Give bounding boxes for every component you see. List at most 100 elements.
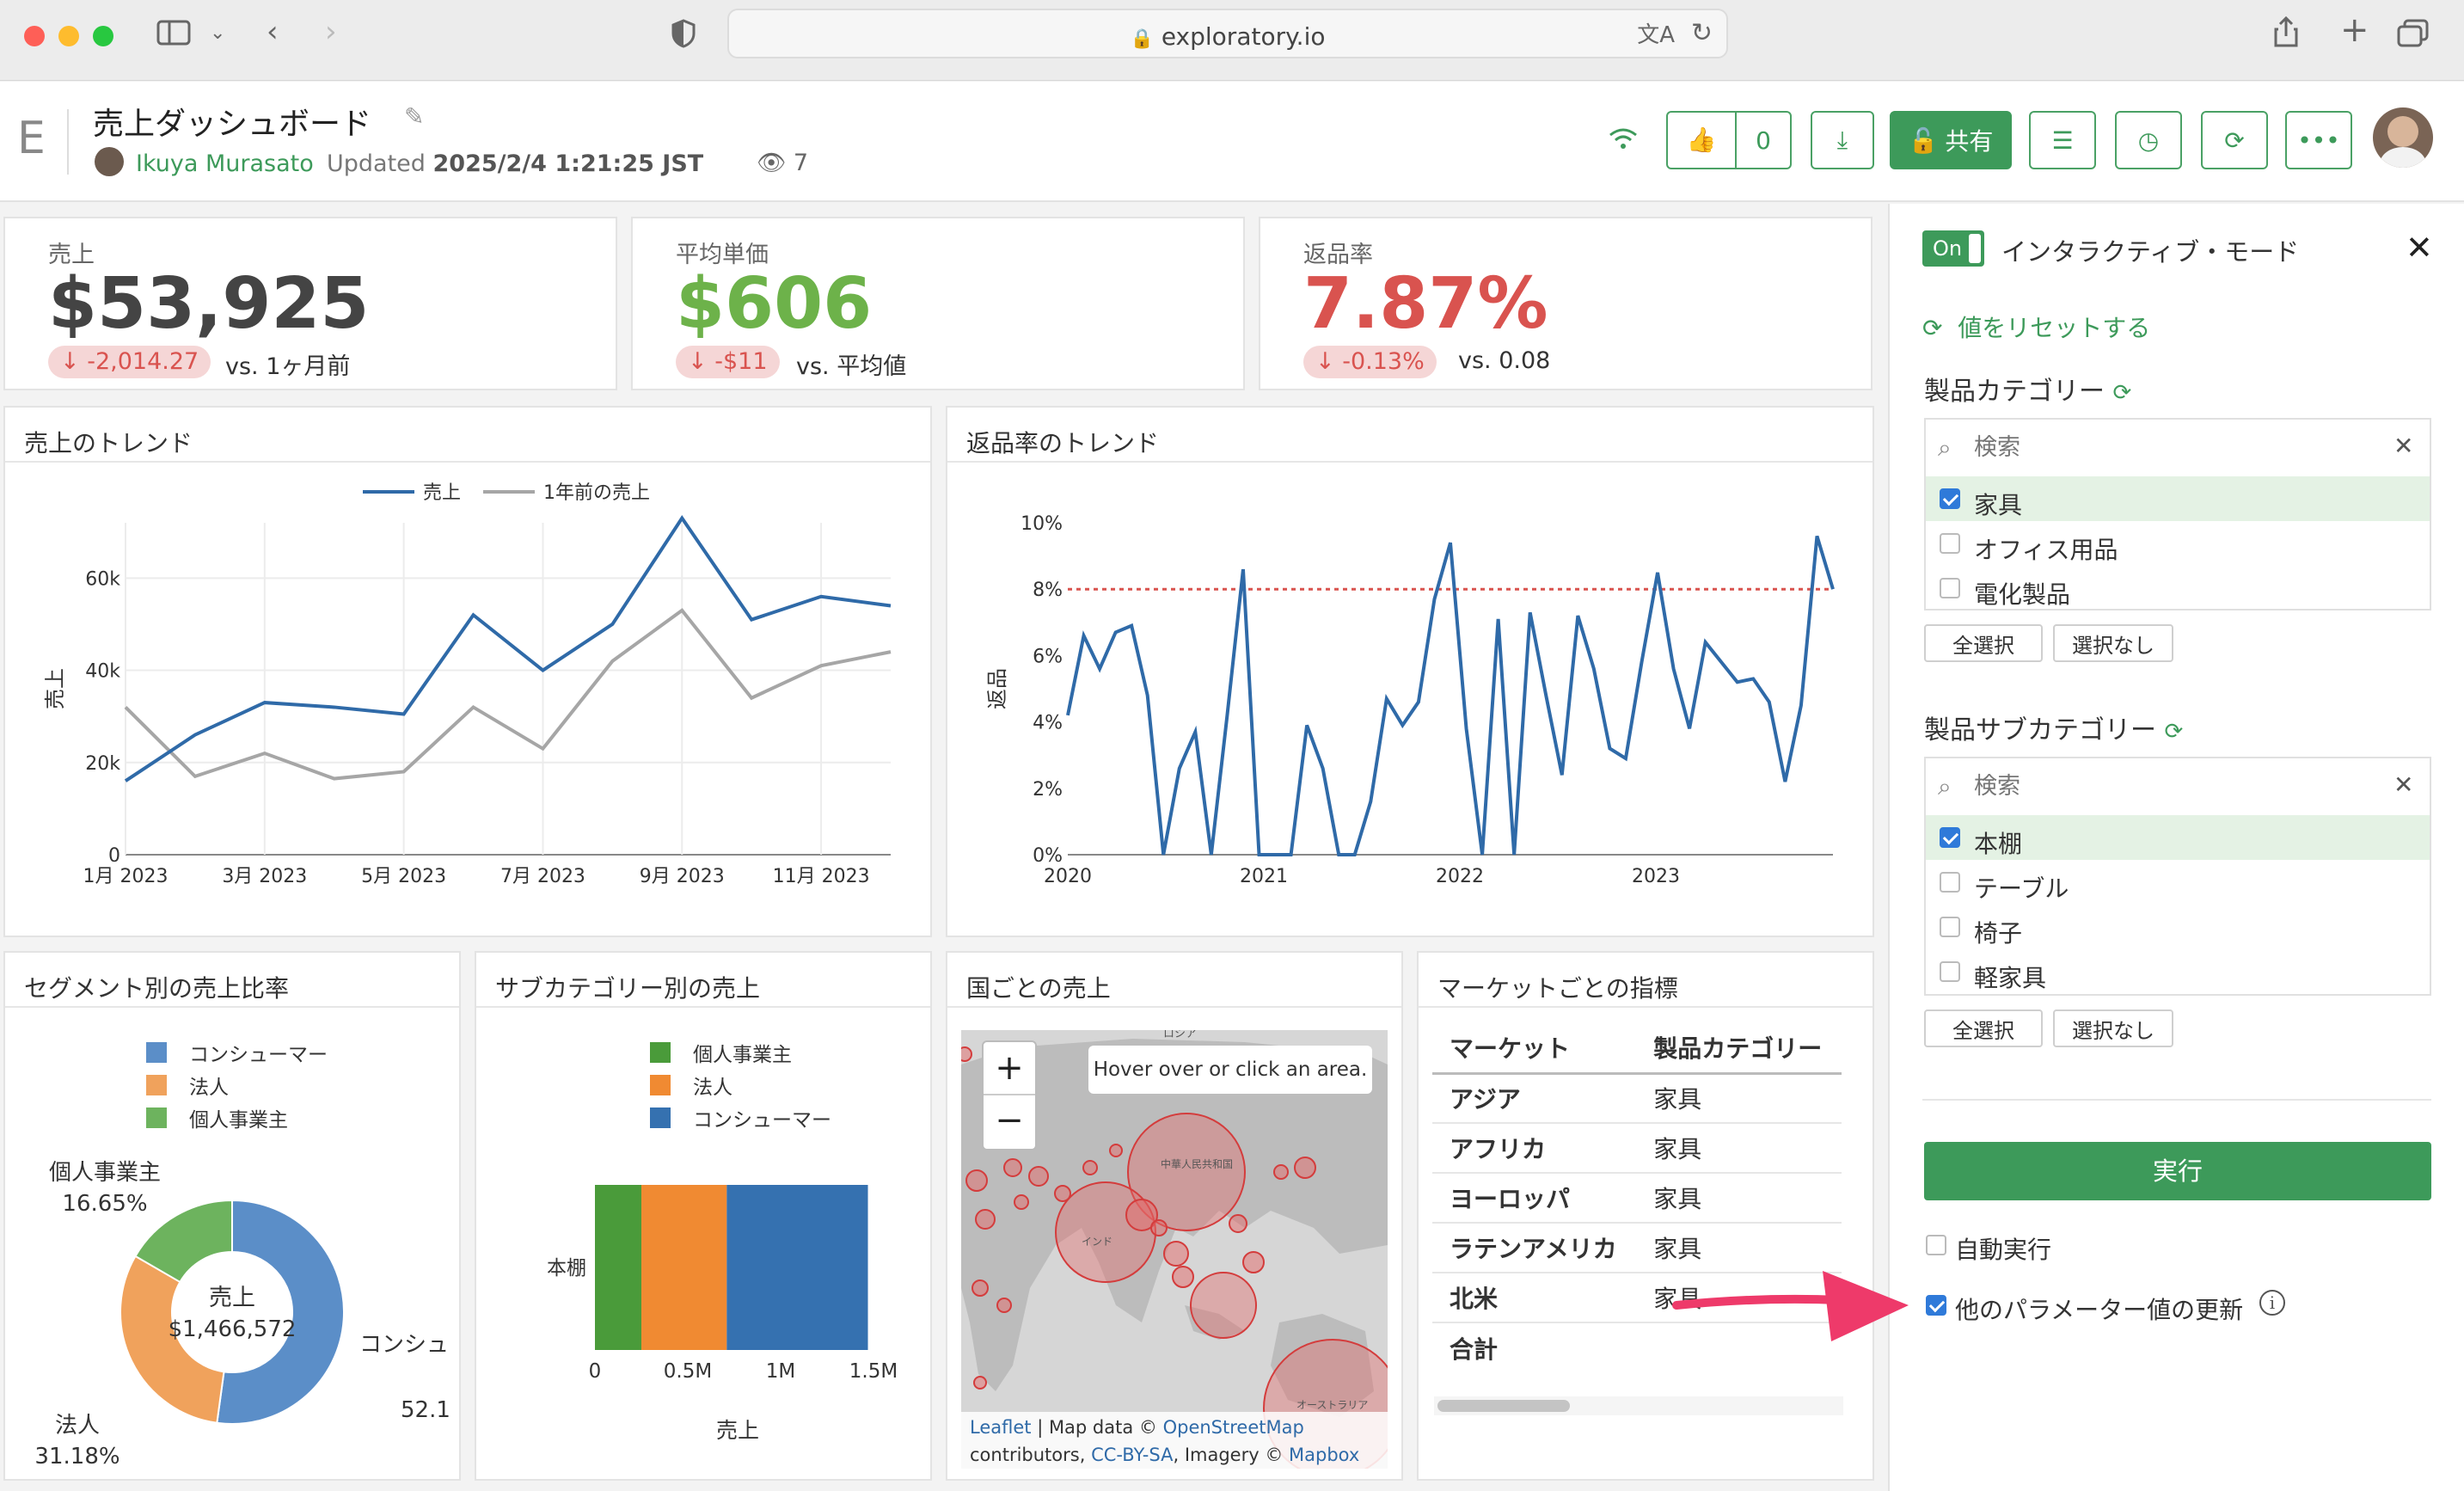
page-title: 売上ダッシュボード xyxy=(93,107,372,142)
author-link[interactable]: Ikuya Murasato xyxy=(136,150,314,177)
subcategory-option[interactable]: 本棚 xyxy=(1974,825,2022,860)
subcategory-select-all-button[interactable]: 全選択 xyxy=(1924,1009,2043,1047)
kpi-sales-card: 売上 $53,925 ↓ -2,014.27 vs. 1ヶ月前 xyxy=(3,217,617,390)
category-search-input[interactable] xyxy=(1974,430,2378,464)
legend-label: コンシューマー xyxy=(189,1044,328,1066)
legend-swatch xyxy=(146,1075,167,1095)
close-icon[interactable]: ✕ xyxy=(2406,229,2433,267)
download-button[interactable]: ⤓ xyxy=(1811,111,1874,169)
app-logo[interactable]: E xyxy=(17,113,46,164)
more-button[interactable]: ••• xyxy=(2285,111,2352,169)
zoom-window-button[interactable] xyxy=(93,26,113,46)
back-icon[interactable]: ‹ xyxy=(267,17,279,46)
pct-individual: 16.65% xyxy=(62,1191,147,1217)
zoom-out-button[interactable]: − xyxy=(984,1095,1035,1149)
interactive-mode-toggle[interactable]: On xyxy=(1922,230,1984,267)
share-icon[interactable] xyxy=(2273,15,2299,53)
refresh-icon[interactable]: ⟳ xyxy=(2113,380,2132,406)
series-line-prev-year xyxy=(124,608,892,781)
table-scrollbar[interactable] xyxy=(1434,1396,1843,1415)
address-bar[interactable]: 🔒 exploratory.io 文A ↻ xyxy=(727,9,1728,58)
new-tab-icon[interactable]: + xyxy=(2340,13,2369,47)
zoom-in-button[interactable]: + xyxy=(984,1042,1035,1095)
tabs-overview-icon[interactable] xyxy=(2397,19,2430,53)
subcategory-option[interactable]: テーブル xyxy=(1974,870,2069,905)
update-params-checkbox[interactable] xyxy=(1926,1295,1946,1316)
legend-swatch xyxy=(146,1108,167,1128)
legend-swatch xyxy=(650,1042,671,1063)
chevron-down-icon[interactable]: ⌄ xyxy=(210,19,225,48)
subcategory-bar-chart[interactable]: 個人事業主法人コンシューマー本棚 0 0.5M 1M 1.5M 売上 xyxy=(476,1008,930,1479)
clear-search-icon[interactable]: ✕ xyxy=(2394,432,2413,460)
legend-label: 売上 xyxy=(423,482,461,504)
subcategory-option[interactable]: 軽家具 xyxy=(1974,960,2046,994)
card-title: セグメント別の売上比率 xyxy=(24,974,290,1003)
run-button[interactable]: 実行 xyxy=(1924,1142,2431,1200)
subcategory-select-none-button[interactable]: 選択なし xyxy=(2053,1009,2173,1047)
sales-trend-chart[interactable]: 0 20k 40k 60k 1月 2023 3月 2023 5月 2023 7月 2023 9月… xyxy=(5,463,930,936)
forward-icon[interactable]: › xyxy=(325,17,337,46)
col-header-market[interactable]: マーケット xyxy=(1432,1023,1637,1075)
legend-label: 法人 xyxy=(189,1077,229,1099)
y-tick-label: 20k xyxy=(85,753,120,775)
leaflet-link[interactable]: Leaflet xyxy=(970,1417,1032,1438)
close-window-button[interactable] xyxy=(24,26,45,46)
cc-link[interactable]: CC-BY-SA xyxy=(1091,1445,1173,1465)
table-row: アフリカ 家具 xyxy=(1432,1123,1842,1174)
refresh-button[interactable]: ⟳ xyxy=(2201,111,2268,169)
shield-icon[interactable] xyxy=(671,19,696,53)
checkbox-table[interactable] xyxy=(1940,872,1960,893)
checkbox-chair[interactable] xyxy=(1940,917,1960,937)
translate-icon[interactable]: 文A xyxy=(1637,21,1675,50)
category-option[interactable]: 家具 xyxy=(1974,487,2022,521)
kpi-delta: ↓ -2,014.27 xyxy=(48,346,211,378)
category-select-none-button[interactable]: 選択なし xyxy=(2053,624,2173,662)
edit-icon[interactable]: ✎ xyxy=(404,102,424,131)
map-label-china: 中華人民共和国 xyxy=(1161,1157,1233,1170)
settings-sliders-button[interactable]: ☰ xyxy=(2029,111,2096,169)
kpi-return-rate-card: 返品率 7.87% ↓ -0.13% vs. 0.08 xyxy=(1259,217,1873,390)
zoom-control: + − xyxy=(982,1040,1037,1150)
category-option[interactable]: オフィス用品 xyxy=(1974,531,2118,566)
auto-run-checkbox[interactable] xyxy=(1926,1235,1946,1255)
reset-values-link[interactable]: ⟳ 値をリセットする xyxy=(1922,310,2150,344)
map-bubble[interactable] xyxy=(1055,1181,1156,1283)
checkbox-furniture[interactable] xyxy=(1940,488,1960,509)
minimize-window-button[interactable] xyxy=(58,26,79,46)
reload-icon[interactable]: ↻ xyxy=(1691,19,1713,48)
history-button[interactable]: ◷ xyxy=(2115,111,2182,169)
y-tick-label: 10% xyxy=(1021,513,1063,535)
map-bubble[interactable] xyxy=(1190,1272,1257,1339)
market-table-card: マーケットごとの指標 マーケット 製品カテゴリー アジア 家具 アフリカ 家具 ヨー… xyxy=(1417,951,1874,1481)
url-text: exploratory.io xyxy=(1161,22,1326,51)
info-icon[interactable]: i xyxy=(2259,1290,2285,1316)
x-tick-label: 11月 2023 xyxy=(773,866,870,887)
checkbox-bookshelf[interactable] xyxy=(1940,827,1960,848)
share-button[interactable]: 🔓 共有 xyxy=(1890,111,2012,169)
clear-search-icon[interactable]: ✕ xyxy=(2394,770,2413,799)
checkbox-office[interactable] xyxy=(1940,533,1960,554)
segment-pie-card: セグメント別の売上比率 コンシューマー 法人 個人事業主 売上 $1,466,572 個人… xyxy=(3,951,461,1481)
mapbox-link[interactable]: Mapbox xyxy=(1289,1445,1359,1465)
category-option[interactable]: 電化製品 xyxy=(1974,576,2070,611)
checkbox-electronics[interactable] xyxy=(1940,578,1960,598)
checkbox-furnishings[interactable] xyxy=(1940,961,1960,982)
subcategory-option[interactable]: 椅子 xyxy=(1974,915,2022,949)
refresh-icon[interactable]: ⟳ xyxy=(2165,719,2184,745)
col-header-category[interactable]: 製品カテゴリー xyxy=(1636,1023,1842,1075)
return-trend-chart[interactable]: 0% 2% 4% 6% 8% 10% 2020 2021 2022 2023 返品 xyxy=(947,463,1873,936)
update-params-label: 他のパラメーター値の更新 xyxy=(1955,1296,2244,1324)
lock-icon: 🔒 xyxy=(1130,28,1154,50)
slice-consumer xyxy=(216,1199,345,1425)
category-select-all-button[interactable]: 全選択 xyxy=(1924,624,2043,662)
subcategory-search-input[interactable] xyxy=(1974,769,2378,803)
y-tick-label: 40k xyxy=(85,661,120,683)
card-title: 売上のトレンド xyxy=(24,429,193,457)
x-tick-label: 2023 xyxy=(1632,866,1680,887)
sidebar-toggle-icon[interactable] xyxy=(156,19,191,52)
osm-link[interactable]: OpenStreetMap xyxy=(1163,1417,1304,1438)
segment-pie-chart[interactable]: コンシューマー法人個人事業主売上$1,466,572個人事業主16.65%法人3… xyxy=(5,1008,459,1479)
like-button[interactable]: 👍 0 xyxy=(1666,111,1792,169)
user-avatar[interactable] xyxy=(2373,107,2433,168)
scrollbar-thumb[interactable] xyxy=(1437,1400,1570,1412)
